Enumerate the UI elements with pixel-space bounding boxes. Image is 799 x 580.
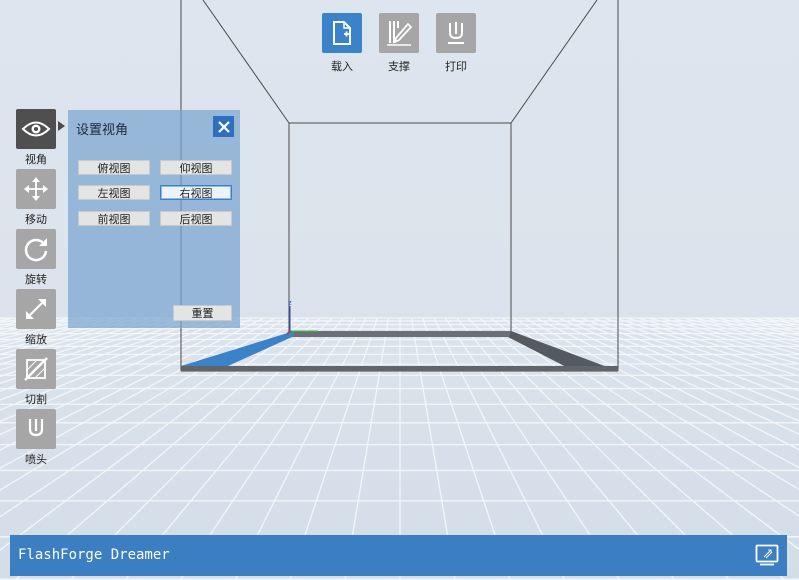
front-view-button[interactable]: 前视图 [78, 211, 150, 226]
panel-pointer-arrow [58, 121, 65, 131]
support-pencil-icon [387, 21, 413, 46]
support-label: 支撑 [388, 60, 410, 73]
printer-connection-icon[interactable] [755, 544, 779, 566]
sidebar-item-scale-label: 缩放 [25, 333, 47, 346]
print-nozzle-icon [448, 22, 464, 44]
nozzle-icon [28, 419, 44, 437]
panel-close-button[interactable] [213, 116, 234, 137]
sidebar-item-cut[interactable] [16, 349, 56, 389]
right-view-button[interactable]: 右视图 [160, 185, 232, 200]
reset-view-button[interactable]: 重置 [173, 305, 232, 321]
panel-title: 设置视角 [76, 123, 129, 138]
load-button[interactable] [322, 13, 362, 53]
left-view-button[interactable]: 左视图 [78, 185, 150, 200]
sidebar-item-nozzle-label: 喷头 [25, 453, 47, 466]
cut-icon [24, 357, 48, 381]
close-icon [217, 120, 230, 133]
axis-z-label: z [288, 299, 292, 307]
rotate-icon [24, 238, 48, 262]
bottom-view-button[interactable]: 仰视图 [160, 160, 232, 175]
load-file-icon [333, 21, 351, 45]
back-view-button[interactable]: 后视图 [160, 211, 232, 226]
sidebar-item-rotate[interactable] [16, 229, 56, 269]
sidebar-item-nozzle[interactable] [16, 409, 56, 449]
view-settings-panel: 设置视角 俯视图 仰视图 左视图 右视图 前视图 后视图 重置 [68, 110, 240, 328]
sidebar-item-view-label: 视角 [25, 153, 47, 166]
scale-icon [26, 299, 46, 319]
sidebar-item-scale[interactable] [16, 289, 56, 329]
load-label: 载入 [331, 60, 353, 73]
print-label: 打印 [445, 60, 467, 73]
top-view-button[interactable]: 俯视图 [78, 160, 150, 175]
move-icon [24, 177, 48, 201]
app-name: FlashForge Dreamer [18, 547, 170, 563]
sidebar-item-rotate-label: 旋转 [25, 273, 47, 286]
status-bar: FlashForge Dreamer [10, 535, 787, 576]
sidebar-item-move-label: 移动 [25, 213, 47, 226]
build-plate-edge-back [292, 331, 511, 337]
support-button[interactable] [379, 13, 419, 53]
sidebar-item-cut-label: 切割 [25, 393, 47, 406]
sidebar-item-view[interactable] [16, 109, 56, 149]
sidebar-item-move[interactable] [16, 169, 56, 209]
build-plate-edge-front [181, 366, 618, 371]
print-button[interactable] [436, 13, 476, 53]
eye-icon [21, 121, 51, 137]
